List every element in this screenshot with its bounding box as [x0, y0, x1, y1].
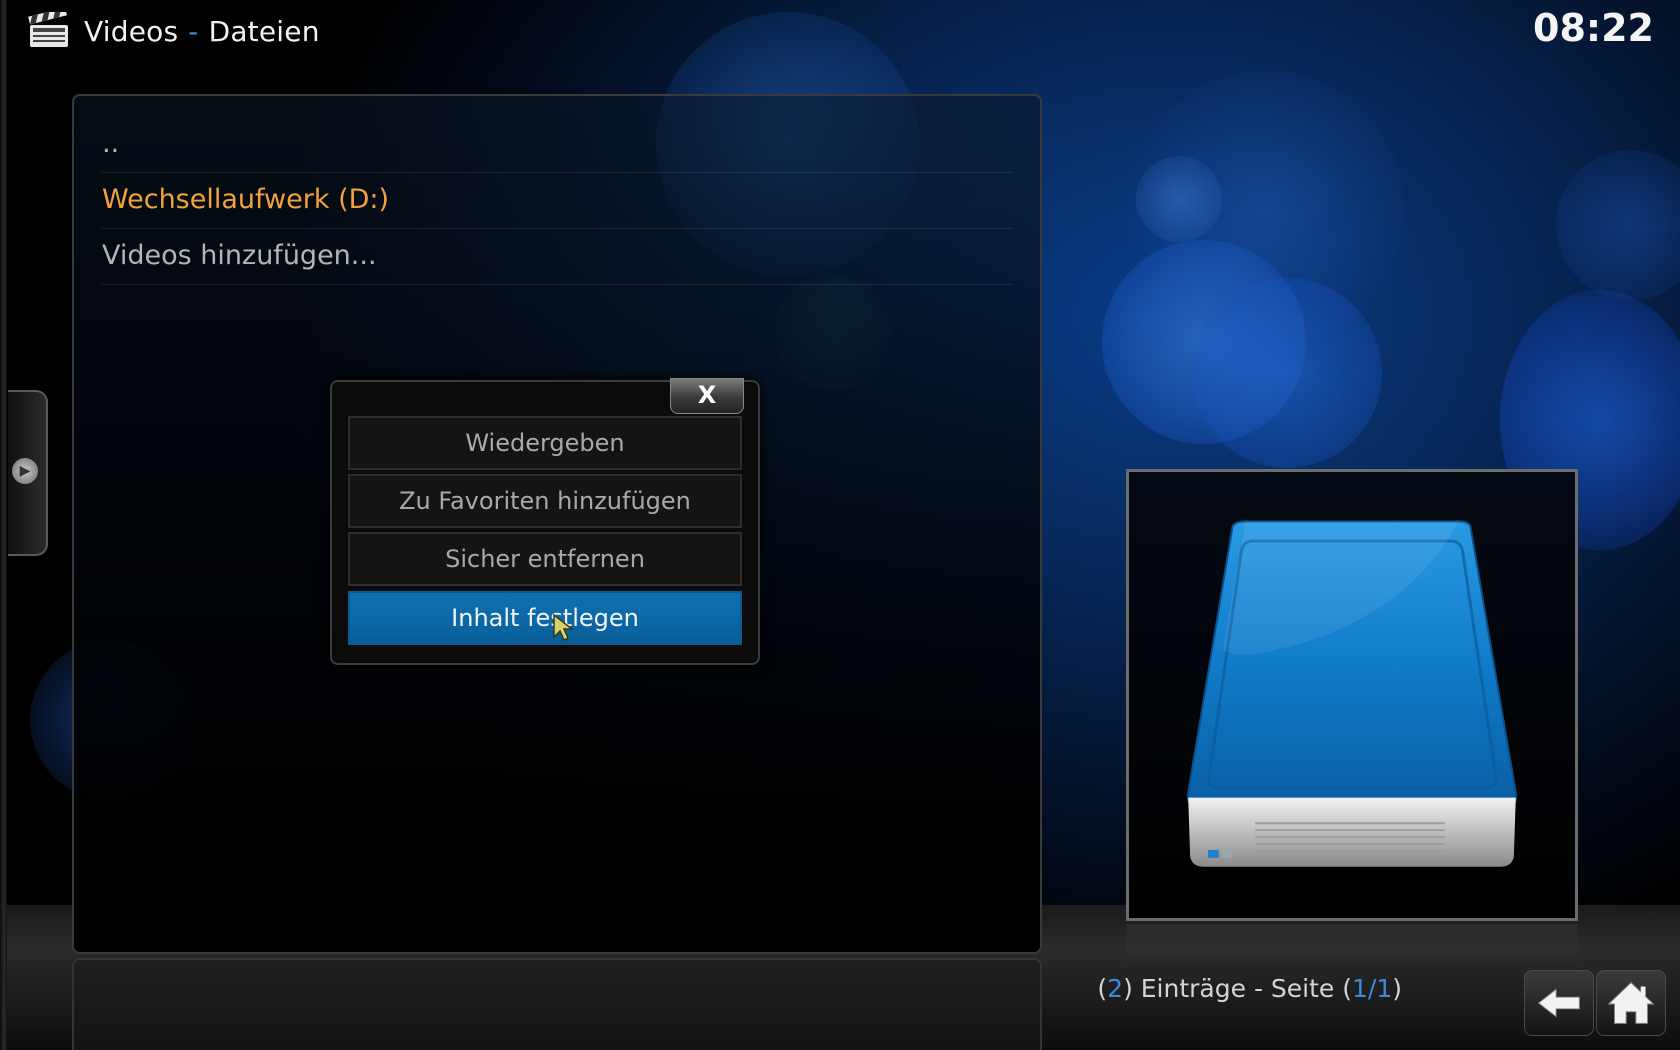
file-item-add-videos[interactable]: Videos hinzufügen... [102, 228, 1012, 285]
home-icon [1607, 981, 1655, 1024]
file-item-removable-drive[interactable]: Wechsellaufwerk (D:) [102, 172, 1012, 229]
header-section: Videos [84, 14, 179, 48]
thumbnail-reflection [1126, 924, 1578, 970]
file-panel-reflection [72, 958, 1042, 1050]
home-button[interactable] [1596, 970, 1666, 1036]
clapperboard-icon [28, 12, 68, 47]
removable-drive-icon [1186, 520, 1518, 867]
header-subsection: Dateien [208, 14, 320, 48]
back-arrow-icon [1537, 988, 1580, 1018]
thumbnail-frame [1126, 469, 1578, 921]
left-edge [0, 0, 7, 1050]
context-menu-dialog: X Wiedergeben Zu Favoriten hinzufügen Si… [330, 378, 760, 665]
chevron-right-icon: ▶ [12, 458, 38, 484]
menu-item-add-favorites[interactable]: Zu Favoriten hinzufügen [348, 474, 742, 528]
close-button[interactable]: X [670, 378, 744, 414]
page-number: 1/1 [1352, 974, 1393, 1003]
count-open: ( [1097, 974, 1108, 1003]
header: Videos - Dateien [28, 10, 320, 52]
page-close: ) [1392, 974, 1402, 1003]
clock: 08:22 [1533, 6, 1654, 50]
menu-item-play[interactable]: Wiedergeben [348, 416, 742, 470]
side-menu-tab[interactable]: ▶ [8, 390, 48, 556]
file-item-parent[interactable]: .. [102, 116, 1012, 173]
page-info: (2) Einträge - Seite (1/1) [1097, 974, 1402, 1003]
back-button[interactable] [1524, 970, 1594, 1036]
menu-item-safely-remove[interactable]: Sicher entfernen [348, 532, 742, 586]
count-text: ) Einträge - Seite ( [1123, 974, 1352, 1003]
item-count: 2 [1107, 974, 1124, 1003]
menu-item-set-content[interactable]: Inhalt festlegen [348, 591, 742, 645]
mouse-cursor-icon [553, 613, 574, 641]
header-separator: - [188, 14, 199, 48]
